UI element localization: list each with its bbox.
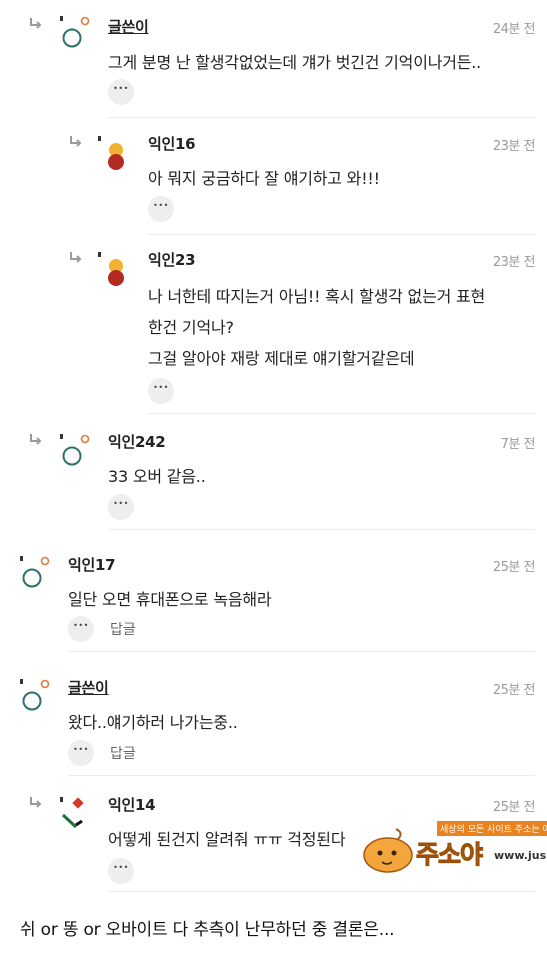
comment-author[interactable]: 익인14: [108, 794, 156, 815]
comment-time: 7분 전: [500, 437, 536, 452]
reply-button[interactable]: 답글: [110, 619, 136, 639]
more-options-button[interactable]: [148, 196, 174, 222]
comment-text-line: 나 너한테 따지는거 아님!! 혹시 할생각 없는거 표현: [148, 287, 486, 306]
divider: [108, 529, 535, 530]
watermark-tagline: 세상의 모든 사이트 주소는 여기: [437, 821, 547, 836]
watermark-logo: 세상의 모든 사이트 주소는 여기 주소야 www.jus: [362, 815, 547, 873]
more-options-button[interactable]: [68, 616, 94, 642]
caption-text: 쉬 or 똥 or 오바이트 다 추측이 난무하던 중 결론은...: [20, 920, 395, 940]
comment-time: 25분 전: [492, 683, 536, 698]
avatar-icon: [98, 136, 124, 170]
comment-author[interactable]: 익인23: [148, 249, 196, 270]
avatar-icon: [20, 556, 50, 588]
watermark-url: www.jus: [494, 849, 547, 862]
comment-text: 33 오버 같음..: [108, 467, 206, 486]
divider: [68, 775, 535, 776]
reply-arrow-icon: [70, 252, 82, 263]
avatar-icon: [60, 434, 90, 466]
more-options-button[interactable]: [68, 740, 94, 766]
comment-text: 일단 오면 휴대폰으로 녹음해라: [68, 590, 272, 609]
comment-author[interactable]: 익인242: [108, 431, 166, 452]
comment-text: 그게 분명 난 할생각없었는데 걔가 벗긴건 기억이나거든..: [108, 53, 482, 72]
comment-text-line: 그걸 알아야 재랑 제대로 얘기할거같은데: [148, 349, 415, 368]
comment-author[interactable]: 글쓴이: [108, 16, 149, 37]
comment-time: 25분 전: [492, 800, 536, 815]
more-options-button[interactable]: [108, 79, 134, 105]
comment-text-line: 한건 기억나?: [148, 318, 234, 337]
comment-text: 아 뭐지 궁금하다 잘 얘기하고 와!!!: [148, 169, 380, 188]
comment-author[interactable]: 익인17: [68, 554, 116, 575]
more-options-button[interactable]: [108, 858, 134, 884]
comment-text: 어떻게 된건지 알려줘 ㅠㅠ 걱정된다: [108, 830, 346, 849]
reply-arrow-icon: [30, 797, 42, 808]
comment-author[interactable]: 익인16: [148, 133, 196, 154]
reply-button[interactable]: 답글: [110, 743, 136, 763]
comment-time: 25분 전: [492, 560, 536, 575]
divider: [108, 891, 535, 892]
more-options-button[interactable]: [148, 378, 174, 404]
more-options-button[interactable]: [108, 494, 134, 520]
watermark-brand: 주소야: [415, 840, 483, 870]
avatar-icon: [20, 679, 50, 711]
avatar-icon: [60, 797, 84, 829]
reply-arrow-icon: [30, 18, 42, 29]
divider: [108, 117, 535, 118]
divider: [68, 651, 535, 652]
comment-time: 23분 전: [492, 139, 536, 154]
reply-arrow-icon: [70, 136, 82, 147]
comment-time: 24분 전: [492, 22, 536, 37]
comment-author[interactable]: 글쓴이: [68, 677, 109, 698]
avatar-icon: [98, 252, 124, 286]
divider: [148, 234, 535, 235]
comment-time: 23분 전: [492, 255, 536, 270]
comment-text: 왔다..얘기하러 나가는중..: [68, 713, 238, 732]
reply-arrow-icon: [30, 434, 42, 445]
mascot-icon: [363, 828, 413, 873]
divider: [148, 413, 535, 414]
avatar-icon: [60, 16, 90, 48]
